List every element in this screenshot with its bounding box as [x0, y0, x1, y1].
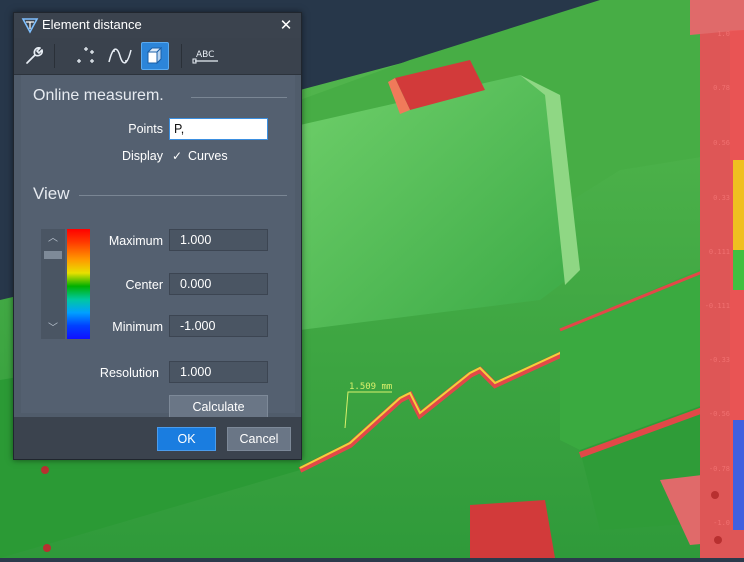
minimum-label: Minimum [112, 320, 163, 334]
surface-tool-button[interactable] [141, 42, 169, 70]
scale-tick-label: 0.33 [713, 194, 730, 202]
scrollbar-thumb[interactable] [44, 251, 62, 259]
maximum-field[interactable]: 1.000 [169, 229, 268, 251]
center-field[interactable]: 0.000 [169, 273, 268, 295]
scale-tick-label: -0.78 [708, 465, 730, 473]
resolution-label: Resolution [99, 366, 159, 380]
chevron-up-icon[interactable]: ︿ [42, 231, 64, 247]
scale-tick-label: 0.78 [713, 84, 730, 92]
settings-tool-button[interactable] [20, 42, 48, 70]
resolution-field[interactable]: 1.000 [169, 361, 268, 383]
dimension-label: 1.509 mm [349, 382, 393, 392]
scale-tick-label: 0.56 [713, 139, 730, 147]
scale-tick-label: -0.56 [708, 410, 730, 418]
label-tool-button[interactable]: ABC [191, 42, 221, 70]
dialog-content: Online measurem. Points Display ✓ Curves… [21, 75, 295, 419]
scale-tick-label: -1.0 [713, 519, 730, 527]
display-label: Display [122, 149, 163, 163]
cancel-button[interactable]: Cancel [227, 427, 291, 451]
close-button[interactable]: ✕ [277, 15, 295, 35]
section-divider [191, 97, 287, 98]
scale-tick-label: 0.111 [708, 248, 730, 256]
curve-icon [108, 48, 132, 64]
wrench-icon [26, 47, 43, 64]
cube-icon [146, 46, 163, 65]
online-measurement-section-title: Online measurem. [33, 87, 164, 104]
dialog-titlebar[interactable]: Element distance ✕ [14, 13, 301, 38]
maximum-label: Maximum [108, 234, 163, 248]
scale-tick-label: -0.111 [704, 302, 730, 310]
view-section-title: View [33, 184, 70, 203]
section-divider [79, 195, 287, 196]
color-scale-scrollbar[interactable]: ︿ ﹀ [41, 229, 65, 339]
toolbar-separator [181, 44, 182, 68]
points-tool-button[interactable] [72, 42, 100, 70]
color-scale-labels: 1.0 0.78 0.56 0.33 0.111 -0.111 -0.33 -0… [690, 0, 730, 558]
curves-tool-button[interactable] [106, 42, 134, 70]
points-input[interactable] [169, 118, 268, 140]
label-abc-icon: ABC [192, 50, 218, 64]
points-label: Points [128, 122, 163, 136]
ok-button[interactable]: OK [157, 427, 216, 451]
curves-checkbox[interactable]: ✓ [170, 149, 184, 163]
close-icon: ✕ [279, 16, 293, 34]
dialog-toolbar: ABC [14, 38, 301, 75]
svg-text:ABC: ABC [196, 50, 214, 60]
curves-label: Curves [188, 149, 228, 163]
chevron-down-icon[interactable]: ﹀ [42, 321, 64, 337]
element-distance-dialog: Element distance ✕ ABC Online measurem. … [13, 12, 302, 460]
dialog-footer: OK Cancel [14, 417, 301, 459]
scale-tick-label: -0.33 [708, 356, 730, 364]
toolbar-separator [54, 44, 55, 68]
calculate-button[interactable]: Calculate [169, 395, 268, 419]
dialog-title: Element distance [42, 17, 142, 32]
minimum-field[interactable]: -1.000 [169, 315, 268, 337]
center-label: Center [125, 278, 163, 292]
color-gradient-bar [67, 229, 90, 339]
element-distance-icon [21, 18, 39, 34]
point-cloud-icon [77, 47, 94, 63]
scale-tick-label: 1.0 [717, 30, 730, 38]
